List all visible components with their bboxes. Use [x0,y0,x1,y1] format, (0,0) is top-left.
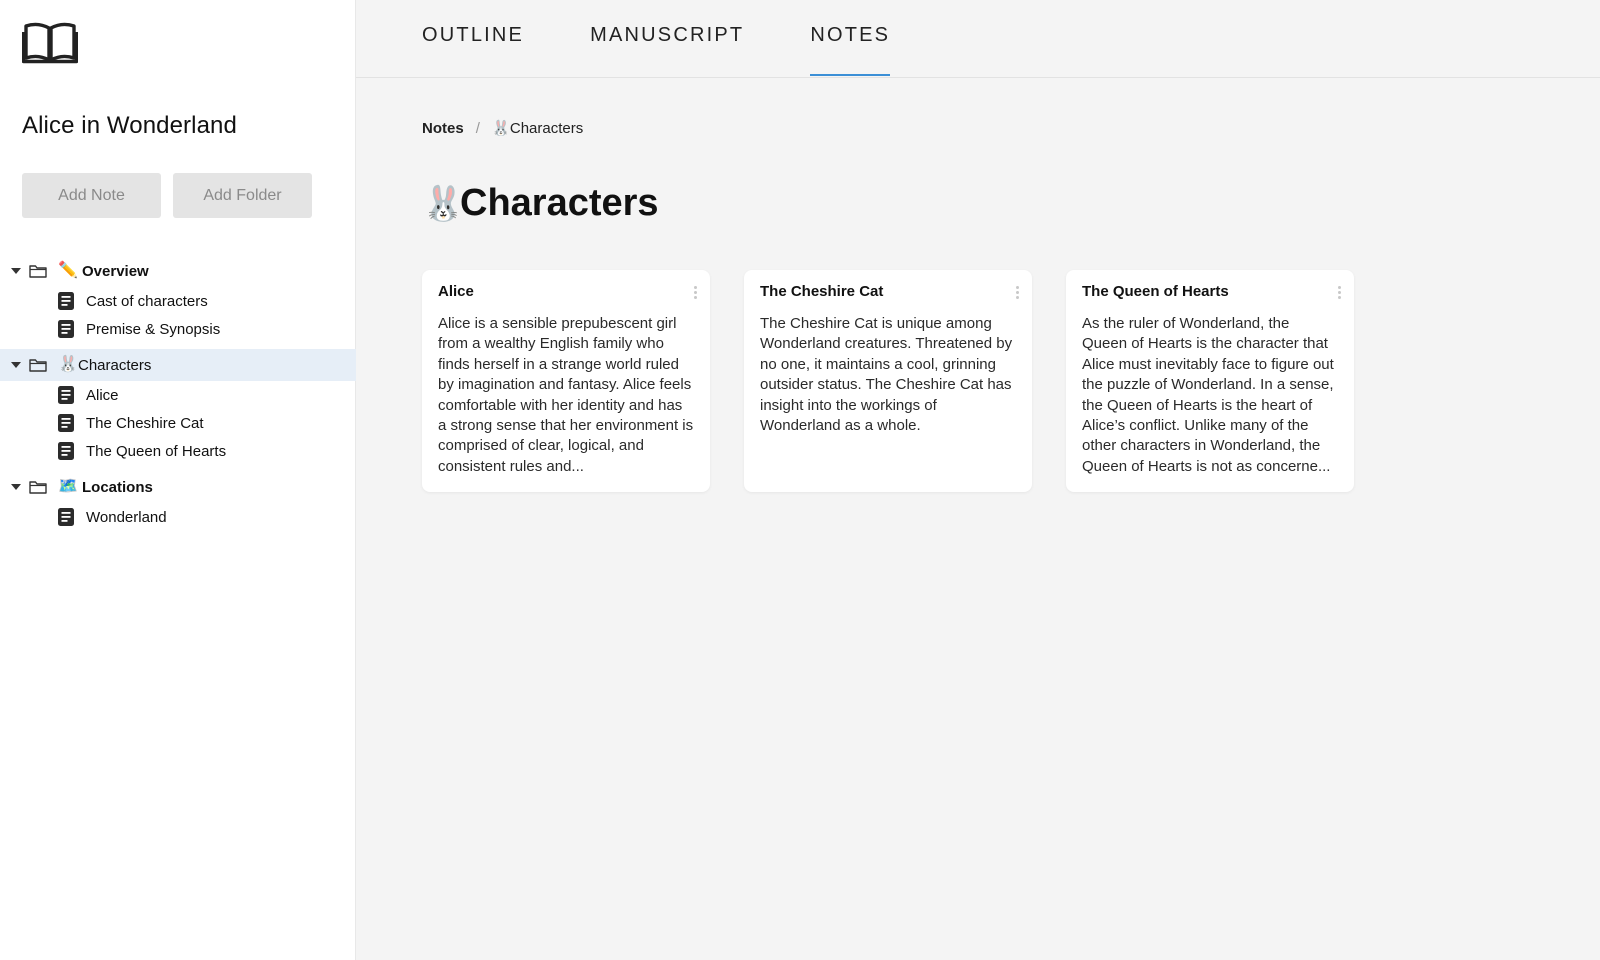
note-label: Premise & Synopsis [86,320,221,338]
page-title: 🐰 Characters [422,182,659,225]
tab-outline[interactable]: OUTLINE [422,0,524,78]
note-label: The Queen of Hearts [86,442,227,460]
folder-label: Characters [78,356,152,374]
card-title: Alice [438,283,474,300]
folder-characters[interactable]: 🐰 Characters [0,349,356,381]
card-body: Alice is a sensible prepubescent girl fr… [438,315,694,475]
note-cards: Alice Alice is a sensible prepubescent g… [422,270,1354,492]
document-icon [58,292,74,310]
document-icon [58,508,74,526]
notes-tree: ✏️ Overview Cast of characters Premise &… [0,255,356,531]
note-card[interactable]: The Cheshire Cat The Cheshire Cat is uni… [744,270,1032,492]
page-title-emoji: 🐰 [422,184,465,223]
document-icon [58,442,74,460]
note-card[interactable]: The Queen of Hearts As the ruler of Wond… [1066,270,1354,492]
folder-locations[interactable]: 🗺️ Locations [0,471,356,503]
folder-label: Overview [82,262,149,280]
document-icon [58,414,74,432]
more-vertical-icon[interactable] [694,286,698,300]
folder-label: Locations [82,478,153,496]
project-title: Alice in Wonderland [22,112,237,139]
folder-emoji: 🗺️ [58,478,78,495]
breadcrumb-emoji: 🐰 [491,120,511,137]
note-item[interactable]: Wonderland [0,503,356,531]
tab-notes[interactable]: NOTES [810,0,891,78]
more-vertical-icon[interactable] [1016,286,1020,300]
note-card[interactable]: Alice Alice is a sensible prepubescent g… [422,270,710,492]
note-label: Wonderland [86,508,167,526]
card-title: The Cheshire Cat [760,283,884,300]
note-item[interactable]: The Cheshire Cat [0,409,356,437]
note-item[interactable]: Alice [0,381,356,409]
page-title-text: Characters [460,182,659,224]
breadcrumb-current: Characters [509,120,584,137]
caret-down-icon[interactable] [11,362,21,368]
card-body: The Cheshire Cat is unique among Wonderl… [760,315,1013,435]
breadcrumb-separator: / [475,120,480,137]
card-title: The Queen of Hearts [1082,283,1229,300]
document-icon [58,386,74,404]
more-vertical-icon[interactable] [1338,286,1342,300]
note-label: Alice [86,386,119,404]
folder-icon [29,481,47,494]
caret-down-icon[interactable] [11,484,21,490]
folder-icon [29,359,47,372]
note-item[interactable]: Premise & Synopsis [0,315,356,343]
book-logo-icon [22,22,78,64]
caret-down-icon[interactable] [11,268,21,274]
tab-manuscript[interactable]: MANUSCRIPT [590,0,744,78]
note-label: Cast of characters [86,292,208,310]
folder-emoji: 🐰 [58,356,78,373]
add-note-button[interactable]: Add Note [22,173,161,218]
main-panel: OUTLINE MANUSCRIPT NOTES Notes / 🐰 Chara… [356,0,1600,960]
card-body: As the ruler of Wonderland, the Queen of… [1082,315,1334,475]
breadcrumb-notes-link[interactable]: Notes [422,120,464,137]
folder-emoji: ✏️ [58,262,78,279]
folder-icon [29,265,47,278]
add-folder-button[interactable]: Add Folder [173,173,312,218]
note-item[interactable]: Cast of characters [0,287,356,315]
sidebar: Alice in Wonderland Add Note Add Folder … [0,0,356,960]
folder-overview[interactable]: ✏️ Overview [0,255,356,287]
breadcrumb: Notes / 🐰 Characters [422,120,583,137]
document-icon [58,320,74,338]
note-label: The Cheshire Cat [86,414,204,432]
note-item[interactable]: The Queen of Hearts [0,437,356,465]
top-tabs: OUTLINE MANUSCRIPT NOTES [356,0,1600,78]
